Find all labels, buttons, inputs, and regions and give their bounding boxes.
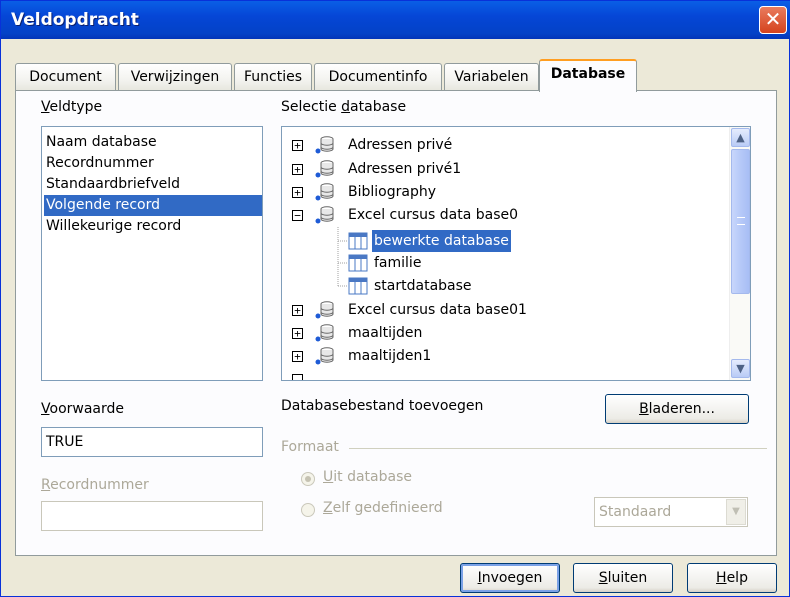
- tree-node[interactable]: Adressen privé: [348, 134, 452, 156]
- selectie-database-label: Selectie database: [281, 99, 407, 115]
- expand-icon[interactable]: +: [292, 305, 303, 316]
- format-select-value: Standaard: [599, 504, 672, 520]
- expand-icon[interactable]: +: [292, 164, 303, 175]
- title-bar[interactable]: Veldopdracht ✕: [1, 1, 790, 39]
- tree-node[interactable]: Excel cursus data base01: [348, 299, 527, 321]
- formaat-separator: [349, 448, 767, 449]
- dialog-window: Veldopdracht ✕ Document Verwijzingen Fun…: [0, 0, 790, 597]
- expand-icon[interactable]: [292, 374, 303, 380]
- invoegen-button[interactable]: Invoegen: [460, 563, 560, 593]
- collapse-icon[interactable]: −: [292, 210, 303, 221]
- database-icon: [315, 206, 334, 224]
- list-item[interactable]: Naam database: [44, 132, 157, 153]
- formaat-label: Formaat: [281, 439, 339, 455]
- database-icon: [315, 347, 334, 365]
- scroll-up-icon[interactable]: ▲: [731, 128, 750, 147]
- database-icon: [315, 160, 334, 178]
- uit-database-label: Uit database: [323, 469, 412, 485]
- tree-node[interactable]: Excel cursus data base0: [348, 204, 518, 226]
- voorwaarde-label: Voorwaarde: [41, 401, 125, 417]
- tree-node-selected[interactable]: bewerkte database: [372, 230, 511, 252]
- tree-node[interactable]: maaltijden1: [348, 345, 431, 367]
- tree-scrollbar[interactable]: ▲ ▼: [729, 127, 750, 380]
- database-icon: [315, 183, 334, 201]
- table-icon: [348, 254, 368, 272]
- veldtype-label: Veldtype: [41, 99, 103, 115]
- sluiten-button[interactable]: Sluiten: [573, 563, 673, 593]
- bladeren-button[interactable]: Bladeren...: [605, 394, 749, 424]
- tab-database[interactable]: Database: [539, 59, 637, 92]
- tree-node[interactable]: Adressen privé1: [348, 158, 461, 180]
- list-item[interactable]: Recordnummer: [44, 153, 154, 174]
- tab-functies[interactable]: Functies: [234, 63, 312, 91]
- tab-variabelen[interactable]: Variabelen: [444, 63, 539, 91]
- voorwaarde-input[interactable]: TRUE: [41, 427, 263, 457]
- help-button[interactable]: Help: [687, 563, 777, 593]
- uit-database-radio[interactable]: [301, 472, 315, 486]
- veldtype-list[interactable]: Naam database Recordnummer Standaardbrie…: [41, 126, 263, 381]
- tree-node[interactable]: Bibliography: [348, 181, 436, 203]
- database-icon: [315, 324, 334, 342]
- zelf-gedefinieerd-radio[interactable]: [301, 503, 315, 517]
- table-icon: [348, 232, 368, 250]
- table-icon: [348, 277, 368, 295]
- expand-icon[interactable]: +: [292, 351, 303, 362]
- database-tree[interactable]: + Adressen privé + Adressen privé1 + Bib…: [281, 126, 751, 381]
- databasebestand-label: Databasebestand toevoegen: [281, 398, 484, 414]
- zelf-gedefinieerd-label: Zelf gedefinieerd: [323, 500, 443, 516]
- database-icon: [315, 136, 334, 154]
- expand-icon[interactable]: +: [292, 328, 303, 339]
- list-item-selected[interactable]: Volgende record: [44, 195, 262, 216]
- recordnummer-label: Recordnummer: [41, 477, 149, 493]
- recordnummer-input[interactable]: [41, 501, 263, 531]
- tab-verwijzingen[interactable]: Verwijzingen: [118, 63, 232, 91]
- format-select[interactable]: Standaard ▼: [594, 497, 748, 527]
- expand-icon[interactable]: +: [292, 140, 303, 151]
- close-window-button[interactable]: ✕: [759, 6, 787, 34]
- scroll-thumb[interactable]: [731, 149, 750, 294]
- list-item[interactable]: Willekeurige record: [44, 216, 181, 237]
- tab-document[interactable]: Document: [15, 63, 116, 91]
- tree-node[interactable]: startdatabase: [374, 275, 472, 297]
- scroll-down-icon[interactable]: ▼: [731, 359, 750, 378]
- tree-node[interactable]: maaltijden: [348, 322, 422, 344]
- database-icon: [315, 301, 334, 319]
- expand-icon[interactable]: +: [292, 187, 303, 198]
- tab-documentinfo[interactable]: Documentinfo: [314, 63, 442, 91]
- window-title: Veldopdracht: [11, 10, 139, 30]
- list-item[interactable]: Standaardbriefveld: [44, 174, 180, 195]
- chevron-down-icon[interactable]: ▼: [726, 499, 746, 525]
- tree-node[interactable]: familie: [374, 252, 421, 274]
